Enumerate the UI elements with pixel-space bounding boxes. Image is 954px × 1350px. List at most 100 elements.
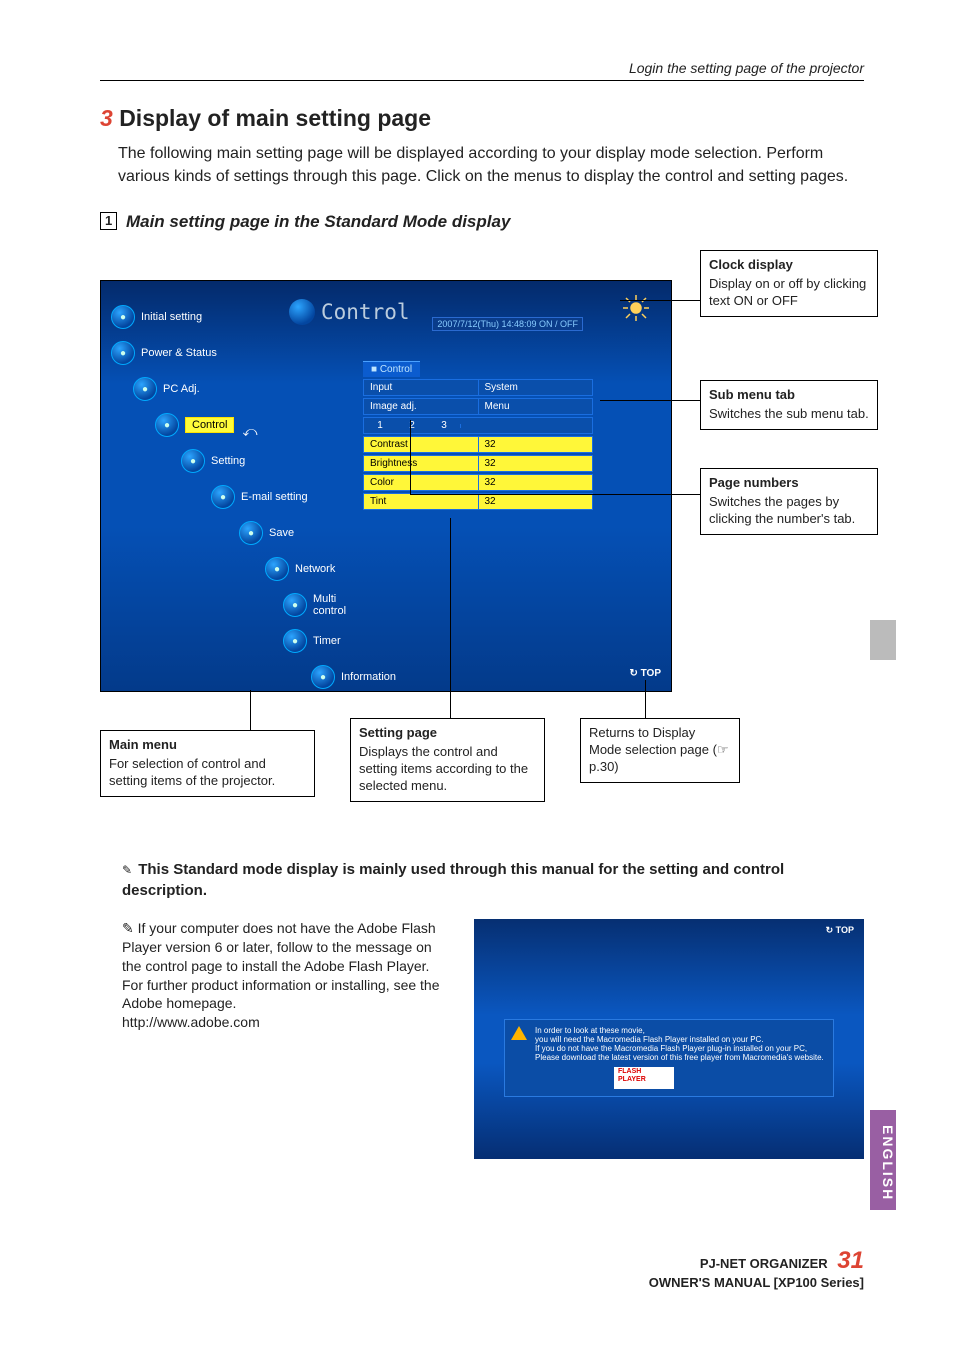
menu-label: Save — [269, 527, 294, 539]
panel-tab-control[interactable]: ■ Control — [363, 361, 420, 377]
menu-icon: ● — [283, 593, 307, 617]
menu-label: Initial setting — [141, 311, 202, 323]
flash-msg-line4: Please download the latest version of th… — [535, 1053, 825, 1062]
page-tab-2[interactable]: 2 — [396, 418, 428, 433]
menu-icon: ● — [239, 521, 263, 545]
menu-icon: ● — [111, 341, 135, 365]
menu-icon: ● — [265, 557, 289, 581]
note-standard: ✎ This Standard mode display is mainly u… — [122, 860, 864, 901]
callout-main-menu: Main menu For selection of control and s… — [100, 730, 315, 797]
menu-icon: ● — [181, 449, 205, 473]
sidebar-item-setting[interactable]: ● Setting — [181, 443, 341, 479]
figure-main-setting: Control 2007/7/12(Thu) 14:48:09 ON / OFF… — [100, 250, 864, 830]
pencil-icon: ✎ — [122, 863, 132, 877]
callout-pages-body: Switches the pages by clicking the numbe… — [709, 494, 869, 528]
sidebar-item-multi-control[interactable]: ●Multi control — [283, 587, 341, 623]
menu-icon: ● — [211, 485, 235, 509]
callout-main-body: For selection of control and setting ite… — [109, 756, 306, 790]
callout-setting-title: Setting page — [359, 725, 536, 742]
menu-label: Setting — [211, 455, 245, 467]
settings-panel: ■ Control InputSystemImage adj.Menu 123 … — [363, 361, 593, 510]
callout-top: Returns to Display Mode selection page (… — [580, 718, 740, 783]
sidebar-item-timer[interactable]: ● Timer — [283, 623, 341, 659]
callout-top-body: Returns to Display Mode selection page (… — [589, 725, 731, 776]
flash-msg-line3: If you do not have the Macromedia Flash … — [535, 1044, 825, 1053]
thumb-tab — [870, 620, 896, 660]
menu-label: Timer — [313, 635, 341, 647]
clock-text[interactable]: 2007/7/12(Thu) 14:48:09 ON / OFF — [432, 317, 583, 331]
callout-clock-title: Clock display — [709, 257, 869, 274]
sidebar-item-network[interactable]: ● Network — [265, 551, 341, 587]
page-number: 31 — [837, 1247, 864, 1274]
sidebar-item-pc-adj-[interactable]: ● PC Adj. — [133, 371, 341, 407]
flash-player-button[interactable]: FLASH PLAYER — [614, 1067, 674, 1089]
cursor-icon: ⤺ — [242, 423, 257, 440]
flash-msg-line1: In order to look at these movie, — [535, 1026, 825, 1035]
panel-row-label: Tint — [364, 494, 478, 509]
menu-icon: ● — [155, 413, 179, 437]
page-tab-3[interactable]: 3 — [428, 418, 460, 433]
panel-row-value: Menu — [478, 399, 593, 414]
menu-icon: ● — [283, 629, 307, 653]
callout-submenu-title: Sub menu tab — [709, 387, 869, 404]
menu-icon: ● — [311, 665, 335, 689]
panel-row[interactable]: Image adj.Menu — [363, 398, 593, 415]
panel-row-value: 32 — [478, 494, 593, 509]
section-number: 3 — [100, 105, 113, 131]
panel-row-label: Input — [364, 380, 478, 395]
panel-row-label: Brightness — [364, 456, 478, 471]
page-number-row: 123 — [363, 417, 593, 434]
panel-row[interactable]: Contrast32 — [363, 436, 593, 453]
warning-icon — [511, 1026, 527, 1040]
callout-clock-body: Display on or off by clicking text ON or… — [709, 276, 869, 310]
adobe-url: http://www.adobe.com — [122, 1014, 260, 1030]
panel-row[interactable]: Color32 — [363, 474, 593, 491]
top-link[interactable]: ↻ TOP — [826, 925, 854, 936]
sidebar-item-information[interactable]: ●Information — [311, 659, 341, 692]
panel-row-value: 32 — [478, 437, 593, 452]
sidebar-item-initial-setting[interactable]: ●Initial setting — [111, 299, 341, 335]
callout-submenu-body: Switches the sub menu tab. — [709, 406, 869, 423]
panel-row-label: Color — [364, 475, 478, 490]
panel-row-label: Contrast — [364, 437, 478, 452]
callout-submenu: Sub menu tab Switches the sub menu tab. — [700, 380, 878, 430]
menu-label: PC Adj. — [163, 383, 200, 395]
subsection-number: 1 — [100, 212, 117, 230]
panel-row[interactable]: InputSystem — [363, 379, 593, 396]
callout-main-title: Main menu — [109, 737, 306, 754]
panel-row[interactable]: Tint32 — [363, 493, 593, 510]
sidebar-item-save[interactable]: ● Save — [239, 515, 341, 551]
sidebar-item-power-status[interactable]: ● Power & Status — [111, 335, 341, 371]
callout-pages: Page numbers Switches the pages by click… — [700, 468, 878, 535]
page: Login the setting page of the projector … — [0, 0, 954, 1350]
lower-block: ✎ If your computer does not have the Ado… — [100, 919, 864, 1159]
panel-row-value: System — [478, 380, 593, 395]
page-tab-1[interactable]: 1 — [364, 418, 396, 433]
menu-label: Network — [295, 563, 335, 575]
menu-label: Power & Status — [141, 347, 217, 359]
flash-install-screenshot: ↻ TOP In order to look at these movie, y… — [474, 919, 864, 1159]
panel-row[interactable]: Brightness32 — [363, 455, 593, 472]
panel-row-value: 32 — [478, 456, 593, 471]
sun-icon — [621, 293, 651, 326]
menu-label: Information — [341, 671, 396, 683]
menu-icon: ● — [133, 377, 157, 401]
top-link[interactable]: ↻ TOP — [629, 668, 661, 679]
section-title-text: Display of main setting page — [119, 105, 431, 131]
section-intro: The following main setting page will be … — [118, 142, 864, 188]
callout-setting-page: Setting page Displays the control and se… — [350, 718, 545, 802]
panel-row-value: 32 — [478, 475, 593, 490]
flash-msg-line2: you will need the Macromedia Flash Playe… — [535, 1035, 825, 1044]
note-flash: ✎ If your computer does not have the Ado… — [100, 919, 444, 1032]
sidebar-item-control[interactable]: ●Control⤺ — [155, 407, 341, 443]
language-tab: ENGLISH — [870, 1110, 896, 1210]
footer: PJ-NET ORGANIZER 31 OWNER'S MANUAL [XP10… — [100, 1247, 864, 1290]
sidebar-item-e-mail-setting[interactable]: ● E-mail setting — [211, 479, 341, 515]
note-flash-text: If your computer does not have the Adobe… — [122, 920, 440, 1012]
subsection-title: Main setting page in the Standard Mode d… — [126, 212, 510, 231]
subsection-heading: 1 Main setting page in the Standard Mode… — [100, 212, 864, 232]
menu-label: E-mail setting — [241, 491, 308, 503]
callout-setting-body: Displays the control and setting items a… — [359, 744, 536, 795]
panel-row-label: Image adj. — [364, 399, 478, 414]
side-menu: ●Initial setting●Power & Status●PC Adj.●… — [111, 299, 341, 692]
